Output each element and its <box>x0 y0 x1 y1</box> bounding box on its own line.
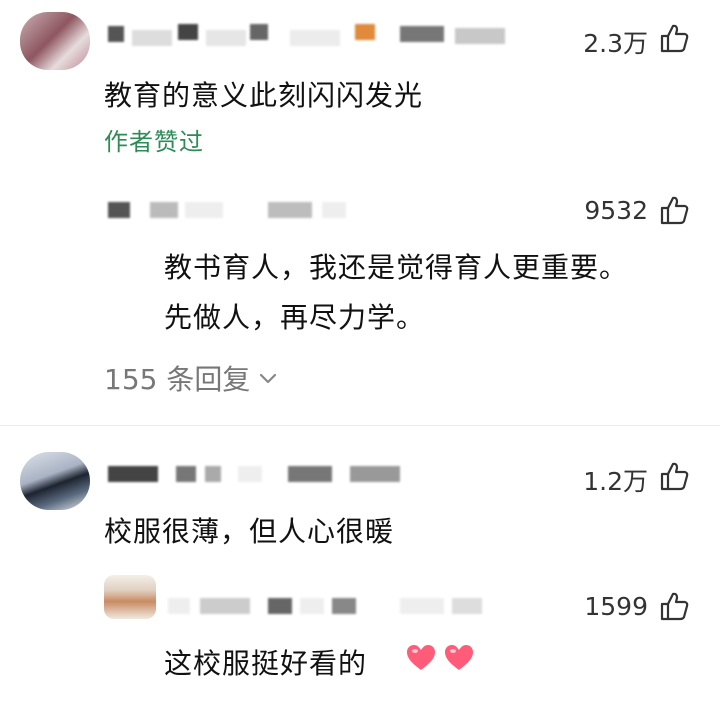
like-count: 2.3万 <box>583 29 648 58</box>
divider <box>0 425 720 426</box>
thumbs-up-icon[interactable] <box>658 590 690 622</box>
replies-count-label: 155 条回复 <box>104 363 251 396</box>
view-replies-button[interactable]: 155 条回复 <box>104 358 278 398</box>
thumbs-up-icon[interactable] <box>658 460 690 492</box>
chevron-down-icon <box>260 373 277 384</box>
reply-text-line-2: 先做人，再尽力学。 <box>164 301 426 334</box>
reply-text: 这校服挺好看的 <box>164 647 368 680</box>
heart-icon <box>407 645 435 670</box>
like-count: 1.2万 <box>583 467 648 496</box>
like-count: 1599 <box>584 592 648 621</box>
heart-icon <box>445 645 473 670</box>
author-liked-badge: 作者赞过 <box>104 128 204 156</box>
reply-text-line-1: 教书育人，我还是觉得育人更重要。 <box>164 251 629 284</box>
comment-text: 校服很薄，但人心很暖 <box>104 515 395 548</box>
like-count: 9532 <box>584 196 648 225</box>
avatar[interactable] <box>104 575 156 619</box>
thumbs-up-icon[interactable] <box>658 22 690 54</box>
thumbs-up-icon[interactable] <box>658 194 690 226</box>
comment-text: 教育的意义此刻闪闪发光 <box>104 79 424 112</box>
avatar[interactable] <box>20 452 90 510</box>
avatar[interactable] <box>20 12 90 70</box>
